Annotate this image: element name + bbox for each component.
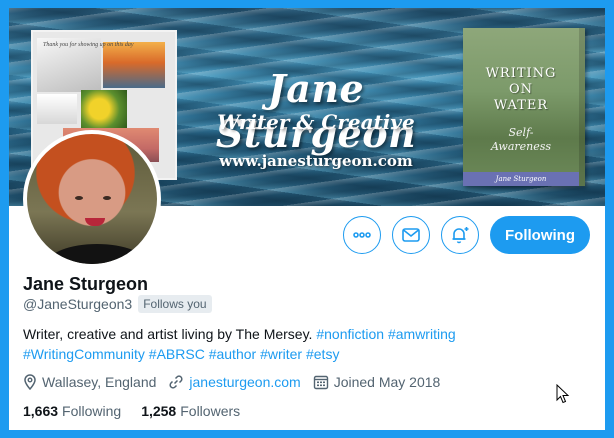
book-subtitle-line: Awareness bbox=[490, 140, 552, 153]
hashtag-link[interactable]: #nonfiction bbox=[316, 326, 384, 342]
banner-url: www.janesturgeon.com bbox=[219, 152, 413, 170]
joined-item: Joined May 2018 bbox=[313, 374, 441, 390]
collage-photo-flowers bbox=[81, 90, 127, 128]
bell-plus-icon bbox=[452, 227, 469, 244]
book-title-line: ON bbox=[508, 82, 534, 97]
avatar-mouth bbox=[85, 218, 105, 226]
joined-text: Joined May 2018 bbox=[333, 374, 441, 390]
following-button[interactable]: Following bbox=[490, 216, 590, 254]
location-pin-icon bbox=[24, 374, 36, 390]
banner-subtitle: Writer & Creative bbox=[217, 110, 415, 134]
followers-count: 1,258 bbox=[141, 403, 177, 419]
book-title-line: WRITING bbox=[485, 66, 557, 81]
follows-you-badge: Follows you bbox=[138, 295, 212, 313]
mouse-cursor-icon bbox=[556, 384, 570, 404]
book-cover: WRITING ON WATER Self- Awareness Jane St… bbox=[463, 28, 585, 186]
book-title: WRITING ON WATER bbox=[463, 66, 579, 114]
hashtag-link[interactable]: #author bbox=[209, 346, 256, 362]
collage-caption: Thank you for showing up on this day bbox=[43, 42, 134, 48]
profile-card: Thank you for showing up on this day Jan… bbox=[9, 8, 605, 430]
calendar-icon bbox=[313, 375, 328, 390]
book-subtitle: Self- Awareness bbox=[463, 126, 579, 154]
hashtag-link[interactable]: #writer bbox=[260, 346, 302, 362]
profile-handle: @JaneSturgeon3 bbox=[23, 296, 133, 312]
location-text: Wallasey, England bbox=[42, 374, 157, 390]
more-button[interactable] bbox=[343, 216, 381, 254]
followers-label: Followers bbox=[180, 403, 241, 419]
book-subtitle-line: Self- bbox=[508, 126, 534, 139]
handle-row: @JaneSturgeon3 Follows you bbox=[23, 295, 212, 313]
follow-stats: 1,663 Following 1,258 Followers bbox=[23, 403, 260, 419]
avatar-eye bbox=[75, 196, 83, 200]
hashtag-link[interactable]: #WritingCommunity bbox=[23, 346, 145, 362]
collage-photo-white bbox=[37, 94, 77, 124]
profile-meta: Wallasey, England janesturgeon.com Joine… bbox=[23, 374, 452, 390]
following-stat[interactable]: 1,663 Following bbox=[23, 403, 121, 419]
following-label: Following bbox=[62, 403, 122, 419]
avatar[interactable] bbox=[23, 130, 161, 268]
website-item: janesturgeon.com bbox=[168, 374, 301, 390]
hashtag-link[interactable]: #amwriting bbox=[388, 326, 456, 342]
book-title-line: WATER bbox=[493, 98, 549, 113]
profile-bio: Writer, creative and artist living by Th… bbox=[23, 324, 563, 364]
more-dots-icon bbox=[353, 232, 371, 238]
envelope-icon bbox=[402, 228, 420, 242]
followers-stat[interactable]: 1,258 Followers bbox=[141, 403, 240, 419]
avatar-eye bbox=[103, 196, 111, 200]
book-author: Jane Sturgeon bbox=[463, 172, 579, 186]
notifications-button[interactable] bbox=[441, 216, 479, 254]
bio-text: Writer, creative and artist living by Th… bbox=[23, 326, 313, 342]
location-item: Wallasey, England bbox=[23, 374, 156, 390]
profile-name: Jane Sturgeon bbox=[23, 274, 149, 294]
book-spine bbox=[579, 28, 585, 186]
message-button[interactable] bbox=[392, 216, 430, 254]
website-link[interactable]: janesturgeon.com bbox=[189, 374, 300, 390]
hashtag-link[interactable]: #ABRSC bbox=[149, 346, 205, 362]
avatar-shoulders bbox=[47, 244, 147, 264]
following-count: 1,663 bbox=[23, 403, 59, 419]
link-icon bbox=[169, 375, 183, 389]
hashtag-link[interactable]: #etsy bbox=[306, 346, 339, 362]
collage-photo-sunset bbox=[103, 42, 165, 88]
